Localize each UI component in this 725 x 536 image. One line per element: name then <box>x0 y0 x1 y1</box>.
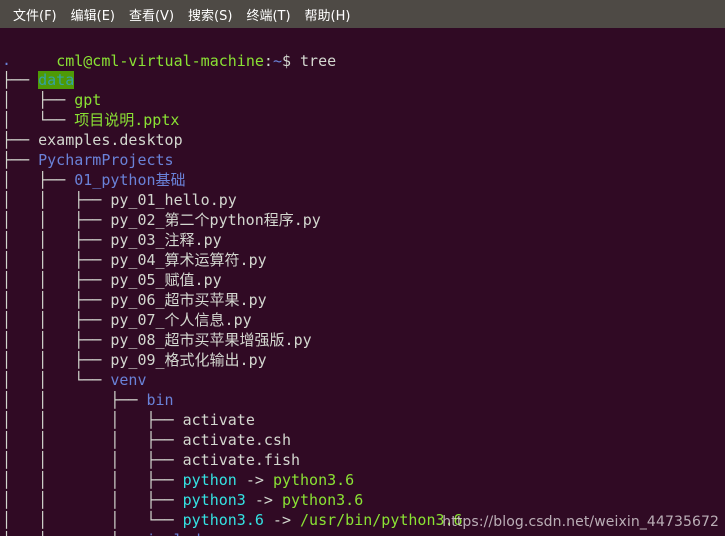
tree-line: │ │ ├── py_02_第二个python程序.py <box>0 210 725 230</box>
tree-line: │ │ │ ├── activate.fish <box>0 450 725 470</box>
tree-branch-glyph: │ │ ├── <box>2 351 111 369</box>
tree-entry-name: PycharmProjects <box>38 151 174 169</box>
tree-entry-name: include <box>147 531 210 536</box>
tree-branch-glyph: │ │ │ ├── <box>2 431 183 449</box>
menu-search[interactable]: 搜索(S) <box>181 3 239 26</box>
terminal-window: 文件(F) 编辑(E) 查看(V) 搜索(S) 终端(T) 帮助(H) cml@cml-v… <box>0 0 725 536</box>
symlink-arrow: -> <box>245 491 282 509</box>
tree-entry-name: activate.csh <box>182 431 291 449</box>
tree-entry-name: 01_python基础 <box>74 171 186 189</box>
tree-entry-name: examples.desktop <box>38 131 183 149</box>
tree-branch-glyph: ├── <box>2 71 39 89</box>
prompt-user-host: cml@cml-virtual-machine <box>56 52 264 70</box>
tree-branch-glyph: │ │ ├── <box>2 291 111 309</box>
tree-branch-glyph: │ │ ├── <box>2 231 111 249</box>
tree-branch-glyph: │ │ ├── <box>2 311 111 329</box>
tree-branch-glyph: │ └── <box>2 111 75 129</box>
tree-line: │ │ │ ├── python3 -> python3.6 <box>0 490 725 510</box>
tree-line: │ │ └── venv <box>0 370 725 390</box>
tree-branch-glyph: │ │ │ ├── <box>2 491 183 509</box>
prompt-separator: : <box>263 52 273 70</box>
tree-entry-name: py_05_赋值.py <box>110 271 222 289</box>
tree-branch-glyph: │ │ ├── <box>2 191 111 209</box>
tree-line: │ └── 项目说明.pptx <box>0 110 725 130</box>
tree-entry-name: py_08_超市买苹果增强版.py <box>110 331 312 349</box>
tree-output: . ├── data │ ├── gpt │ └── 项目说明.pptx ├── exa… <box>0 50 725 536</box>
tree-branch-glyph: │ │ │ ├── <box>2 451 183 469</box>
tree-line: ├── PycharmProjects <box>0 150 725 170</box>
tree-entry-name: gpt <box>74 91 102 109</box>
tree-branch-glyph: │ │ │ └── <box>2 511 183 529</box>
tree-entry-name: activate <box>182 411 255 429</box>
tree-line: │ │ ├── py_03_注释.py <box>0 230 725 250</box>
symlink-arrow: -> <box>263 511 301 529</box>
tree-line: │ ├── gpt <box>0 90 725 110</box>
tree-branch-glyph: │ ├── <box>2 171 75 189</box>
tree-entry-name: py_06_超市买苹果.py <box>110 291 267 309</box>
tree-entry-name: py_01_hello.py <box>110 191 237 209</box>
tree-branch-glyph: ├── <box>2 131 39 149</box>
tree-branch-glyph: │ │ ├── <box>2 211 111 229</box>
tree-entry-name: py_04_算术运算符.py <box>110 251 267 269</box>
tree-branch-glyph: │ │ ├── <box>2 391 147 409</box>
tree-line: │ │ ├── py_08_超市买苹果增强版.py <box>0 330 725 350</box>
tree-entry-name: data <box>38 71 75 89</box>
tree-branch-glyph: │ ├── <box>2 91 75 109</box>
tree-branch-glyph: │ │ ├── <box>2 251 111 269</box>
tree-branch-glyph: │ │ │ ├── <box>2 471 183 489</box>
tree-branch-glyph: │ │ │ ├── <box>2 411 183 429</box>
tree-line: ├── examples.desktop <box>0 130 725 150</box>
tree-entry-name: py_02_第二个python程序.py <box>110 211 321 229</box>
tree-entry-name: python <box>182 471 237 489</box>
tree-line: │ │ ├── bin <box>0 390 725 410</box>
tree-line: │ │ ├── include <box>0 530 725 536</box>
watermark-url: https://blog.csdn.net/weixin_44735672 <box>442 514 719 530</box>
menu-help[interactable]: 帮助(H) <box>298 3 358 26</box>
tree-entry-name: py_03_注释.py <box>110 231 222 249</box>
prompt-line: cml@cml-virtual-machine:~$ tree <box>0 28 725 70</box>
symlink-target: python3.6 <box>272 471 355 489</box>
tree-entry-name: py_07_个人信息.py <box>110 311 252 329</box>
tree-line: │ │ │ ├── activate.csh <box>0 430 725 450</box>
menu-view[interactable]: 查看(V) <box>122 3 181 26</box>
tree-entry-name: python3 <box>182 491 246 509</box>
tree-line: │ │ ├── py_04_算术运算符.py <box>0 250 725 270</box>
tree-entry-name: bin <box>146 391 174 409</box>
symlink-target: python3.6 <box>281 491 364 509</box>
symlink-arrow: -> <box>236 471 273 489</box>
terminal-output-area[interactable]: cml@cml-virtual-machine:~$ tree . ├── dat… <box>0 28 725 536</box>
tree-entry-name: . <box>2 51 12 69</box>
tree-line: │ │ │ ├── python -> python3.6 <box>0 470 725 490</box>
tree-entry-name: venv <box>110 371 147 389</box>
tree-entry-name: activate.fish <box>182 451 301 469</box>
tree-branch-glyph: │ │ ├── <box>2 331 111 349</box>
tree-branch-glyph: │ │ └── <box>2 371 111 389</box>
prompt-path: ~ <box>272 52 282 70</box>
tree-line: ├── data <box>0 70 725 90</box>
tree-branch-glyph: │ │ ├── <box>2 271 111 289</box>
prompt-sigil: $ <box>281 52 291 70</box>
tree-branch-glyph: │ │ ├── <box>2 531 147 536</box>
tree-line: │ │ ├── py_01_hello.py <box>0 190 725 210</box>
prompt-command: tree <box>300 52 337 70</box>
menu-edit[interactable]: 编辑(E) <box>64 3 122 26</box>
symlink-target: /usr/bin/python3.6 <box>300 511 463 529</box>
tree-line: │ │ │ ├── activate <box>0 410 725 430</box>
tree-entry-name: python3.6 <box>182 511 264 529</box>
tree-line: │ │ ├── py_09_格式化输出.py <box>0 350 725 370</box>
tree-line: │ │ ├── py_06_超市买苹果.py <box>0 290 725 310</box>
tree-entry-name: py_09_格式化输出.py <box>110 351 267 369</box>
menu-terminal[interactable]: 终端(T) <box>239 3 297 26</box>
menu-bar: 文件(F) 编辑(E) 查看(V) 搜索(S) 终端(T) 帮助(H) <box>0 0 725 28</box>
tree-line: │ │ ├── py_07_个人信息.py <box>0 310 725 330</box>
menu-file[interactable]: 文件(F) <box>6 3 64 26</box>
tree-line: │ ├── 01_python基础 <box>0 170 725 190</box>
tree-branch-glyph: ├── <box>2 151 39 169</box>
tree-entry-name: 项目说明.pptx <box>74 111 180 129</box>
tree-line: │ │ ├── py_05_赋值.py <box>0 270 725 290</box>
